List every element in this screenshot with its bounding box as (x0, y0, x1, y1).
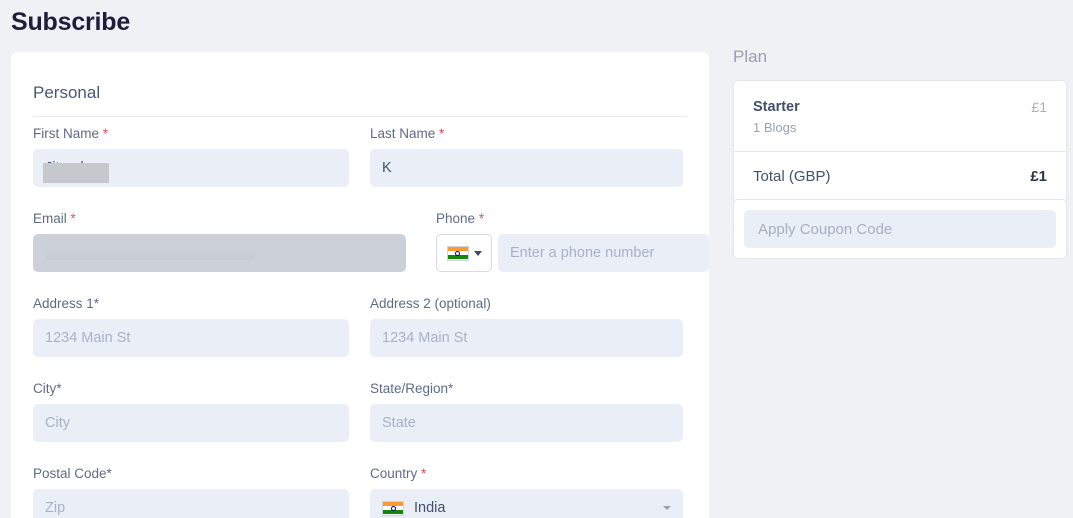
plan-item-row: Starter 1 Blogs £1 (734, 81, 1066, 151)
field-address1: Address 1* (33, 296, 349, 357)
field-last-name: Last Name * (370, 126, 683, 187)
chevron-down-icon (663, 506, 671, 510)
plan-panel-title: Plan (733, 47, 767, 67)
address2-input[interactable] (370, 319, 683, 357)
address2-label: Address 2 (optional) (370, 296, 683, 312)
postal-code-input[interactable] (33, 489, 349, 518)
form-row-postal-country: Postal Code* Country * India (11, 466, 709, 518)
phone-country-flag-select[interactable] (436, 234, 492, 272)
phone-input-group (436, 234, 693, 272)
address1-input[interactable] (33, 319, 349, 357)
required-asterisk: * (439, 126, 444, 141)
field-postal-code: Postal Code* (33, 466, 349, 518)
form-row-contact: Email * Phone * (11, 211, 709, 296)
state-input[interactable] (370, 404, 683, 442)
plan-total-price: £1 (1030, 168, 1047, 185)
coupon-card (733, 199, 1067, 259)
plan-summary-card: Starter 1 Blogs £1 Total (GBP) £1 (733, 80, 1067, 202)
field-phone: Phone * (436, 211, 693, 272)
city-label: City* (33, 381, 349, 397)
last-name-input[interactable] (370, 149, 683, 187)
india-flag-icon (447, 246, 469, 261)
plan-total-label: Total (GBP) (753, 168, 831, 185)
form-row-name: First Name * Last Name * (11, 126, 709, 211)
first-name-input[interactable] (33, 149, 349, 187)
address1-label: Address 1* (33, 296, 349, 312)
required-asterisk: * (71, 211, 76, 226)
subscribe-page: Subscribe Personal First Name * Last Nam… (0, 0, 1073, 518)
india-flag-icon (382, 501, 404, 516)
chevron-down-icon (474, 251, 482, 256)
form-row-city-state: City* State/Region* (11, 381, 709, 466)
page-title: Subscribe (11, 8, 130, 37)
section-divider (33, 116, 687, 117)
email-input[interactable] (33, 234, 406, 272)
phone-number-input[interactable] (498, 234, 709, 272)
city-input[interactable] (33, 404, 349, 442)
required-asterisk: * (479, 211, 484, 226)
required-asterisk: * (421, 466, 426, 481)
field-state: State/Region* (370, 381, 683, 442)
postal-code-label: Postal Code* (33, 466, 349, 482)
phone-label: Phone * (436, 211, 693, 227)
field-first-name: First Name * (33, 126, 349, 187)
form-row-address: Address 1* Address 2 (optional) (11, 296, 709, 381)
plan-item-info: Starter 1 Blogs (753, 98, 800, 136)
section-title-personal: Personal (33, 83, 100, 103)
first-name-label: First Name * (33, 126, 349, 142)
plan-total-row: Total (GBP) £1 (734, 152, 1066, 201)
country-select[interactable]: India (370, 489, 683, 518)
state-label: State/Region* (370, 381, 683, 397)
last-name-label: Last Name * (370, 126, 683, 142)
required-asterisk: * (103, 126, 108, 141)
email-label: Email * (33, 211, 406, 227)
personal-form-card: Personal First Name * Last Name * (11, 52, 709, 518)
field-city: City* (33, 381, 349, 442)
plan-item-detail: 1 Blogs (753, 120, 800, 136)
coupon-code-input[interactable] (744, 210, 1056, 248)
plan-item-name: Starter (753, 98, 800, 117)
plan-item-price: £1 (1031, 98, 1047, 117)
field-address2: Address 2 (optional) (370, 296, 683, 357)
country-selected-value: India (414, 500, 663, 516)
field-country: Country * India (370, 466, 683, 518)
country-label: Country * (370, 466, 683, 482)
form-fields: First Name * Last Name * Email * (11, 126, 709, 518)
field-email: Email * (33, 211, 406, 272)
